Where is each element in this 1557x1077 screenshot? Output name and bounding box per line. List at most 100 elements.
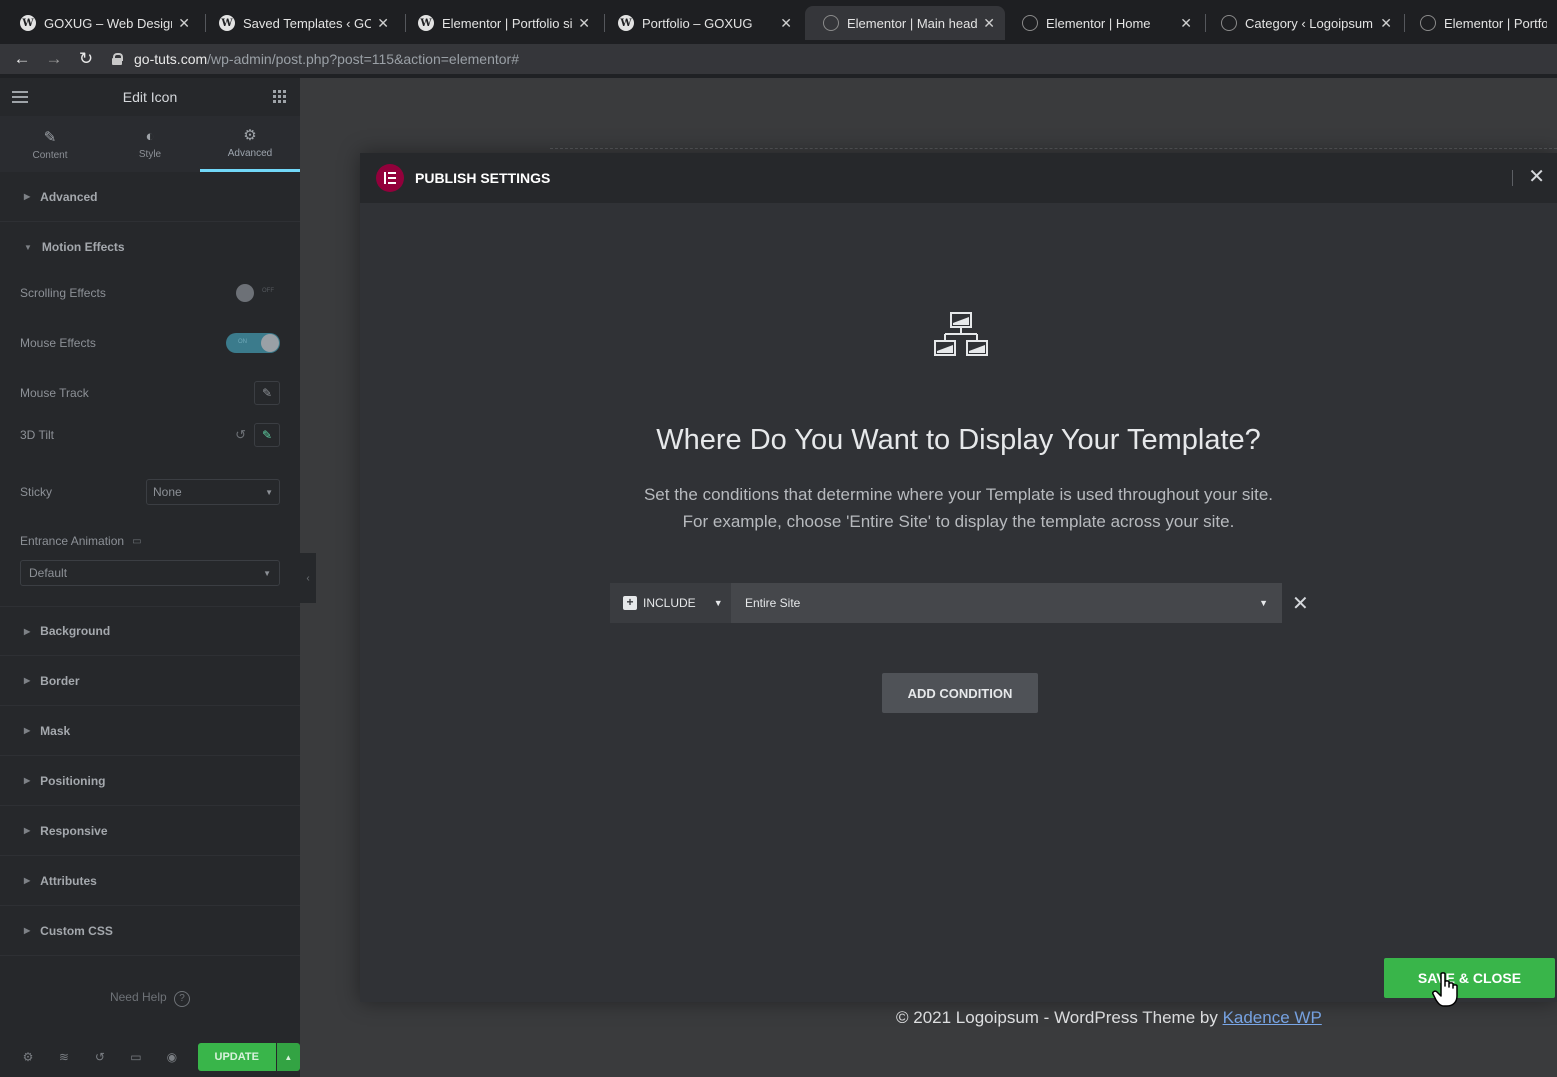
section-advanced[interactable]: ▶ Advanced bbox=[0, 172, 300, 222]
url-path: /wp-admin/post.php?post=115&action=eleme… bbox=[207, 51, 519, 67]
caret-down-icon: ▼ bbox=[713, 598, 723, 608]
url-domain: go-tuts.com bbox=[134, 51, 208, 67]
section-label: Positioning bbox=[40, 773, 106, 788]
desktop-icon[interactable]: ▭ bbox=[132, 536, 141, 547]
url-field[interactable]: go-tuts.com/wp-admin/post.php?post=115&a… bbox=[112, 51, 519, 67]
browser-tab-active[interactable]: Elementor | Main heade ✕ bbox=[805, 6, 1005, 40]
preview-eye-icon[interactable]: ◉ bbox=[154, 1050, 190, 1064]
toggle-state: ON bbox=[238, 339, 247, 345]
condition-type: INCLUDE bbox=[643, 596, 696, 610]
globe-icon bbox=[1420, 15, 1436, 31]
modal-title: PUBLISH SETTINGS bbox=[415, 170, 551, 186]
close-tab-icon[interactable]: ✕ bbox=[1380, 15, 1392, 32]
browser-tab[interactable]: W GOXUG – Web Design F ✕ bbox=[2, 6, 200, 40]
collapse-panel-icon[interactable]: ‹ bbox=[300, 553, 316, 603]
tab-style[interactable]: ◐ Style bbox=[100, 116, 200, 172]
remove-condition-icon[interactable]: ✕ bbox=[1292, 591, 1309, 616]
update-button[interactable]: UPDATE bbox=[197, 1043, 276, 1071]
entrance-animation-select[interactable]: Default ▼ bbox=[20, 560, 280, 586]
history-icon[interactable]: ↺ bbox=[82, 1050, 118, 1064]
panel-footer: ⚙ ≋ ↺ ▭ ◉ UPDATE ▲ bbox=[0, 1037, 300, 1077]
section-label: Motion Effects bbox=[41, 240, 125, 254]
close-tab-icon[interactable]: ✕ bbox=[578, 15, 590, 32]
responsive-mode-icon[interactable]: ▭ bbox=[118, 1050, 154, 1064]
site-structure-icon bbox=[934, 312, 988, 356]
caret-right-icon: ▶ bbox=[24, 192, 31, 201]
scrolling-effects-toggle[interactable]: OFF bbox=[236, 284, 280, 302]
tab-label: Advanced bbox=[227, 148, 273, 159]
globe-icon bbox=[823, 15, 839, 31]
sticky-select[interactable]: None ▼ bbox=[146, 479, 280, 505]
close-tab-icon[interactable]: ✕ bbox=[983, 15, 995, 32]
browser-tab[interactable]: Category ‹ Logoipsum - ✕ bbox=[1203, 6, 1402, 40]
tab-content[interactable]: ✎ Content bbox=[0, 116, 100, 172]
select-value: None bbox=[153, 485, 182, 499]
caret-right-icon: ▶ bbox=[24, 876, 31, 885]
tab-title: Elementor | Portfolio bbox=[1444, 15, 1547, 31]
close-tab-icon[interactable]: ✕ bbox=[377, 15, 389, 32]
caret-right-icon: ▶ bbox=[24, 676, 31, 685]
browser-tab[interactable]: W Portfolio – GOXUG ✕ bbox=[600, 6, 802, 40]
edit-pencil-icon[interactable]: ✎ bbox=[254, 381, 280, 405]
browser-tab-bar: W GOXUG – Web Design F ✕ W Saved Templat… bbox=[0, 0, 1557, 44]
section-positioning[interactable]: ▶ Positioning bbox=[0, 756, 300, 806]
wordpress-icon: W bbox=[219, 15, 235, 31]
caret-right-icon: ▶ bbox=[24, 776, 31, 785]
tab-title: Saved Templates ‹ GOX bbox=[243, 15, 372, 31]
forward-arrow-icon[interactable]: → bbox=[38, 44, 70, 74]
edit-pencil-icon[interactable]: ✎ bbox=[254, 423, 280, 447]
condition-target-select[interactable]: Entire Site ▼ bbox=[731, 583, 1282, 623]
section-border[interactable]: ▶ Border bbox=[0, 656, 300, 706]
section-label: Advanced bbox=[40, 189, 98, 204]
caret-right-icon: ▶ bbox=[24, 926, 31, 935]
close-icon[interactable]: ✕ bbox=[1528, 167, 1545, 187]
add-condition-button[interactable]: ADD CONDITION bbox=[882, 673, 1038, 713]
reset-icon[interactable]: ↺ bbox=[235, 427, 246, 443]
tab-title: Elementor | Home bbox=[1046, 15, 1151, 31]
caret-right-icon: ▶ bbox=[24, 826, 31, 835]
wordpress-icon: W bbox=[418, 15, 434, 31]
close-tab-icon[interactable]: ✕ bbox=[780, 15, 792, 32]
navigator-layers-icon[interactable]: ≋ bbox=[46, 1050, 82, 1064]
browser-tab[interactable]: Elementor | Home ✕ bbox=[1004, 6, 1202, 40]
widgets-grid-icon[interactable] bbox=[273, 90, 286, 103]
section-label: Mask bbox=[40, 723, 71, 738]
settings-icon[interactable]: ⚙ bbox=[10, 1050, 46, 1064]
close-tab-icon[interactable]: ✕ bbox=[178, 15, 190, 32]
section-custom-css[interactable]: ▶ Custom CSS bbox=[0, 906, 300, 956]
footer-link[interactable]: Kadence WP bbox=[1223, 1008, 1322, 1027]
hamburger-menu-icon[interactable] bbox=[12, 91, 28, 103]
section-responsive[interactable]: ▶ Responsive bbox=[0, 806, 300, 856]
tab-title: Elementor | Main heade bbox=[847, 15, 978, 31]
tab-label: Style bbox=[138, 149, 162, 160]
close-tab-icon[interactable]: ✕ bbox=[1180, 15, 1192, 32]
mouse-effects-toggle[interactable]: ON bbox=[226, 333, 280, 353]
elementor-panel: Edit Icon ✎ Content ◐ Style ⚙ Advanced ▶… bbox=[0, 78, 300, 1077]
include-exclude-select[interactable]: + INCLUDE ▼ bbox=[610, 583, 731, 623]
back-arrow-icon[interactable]: ← bbox=[6, 44, 38, 74]
hand-pointer-cursor-icon bbox=[1432, 972, 1458, 1007]
update-options-caret-icon[interactable]: ▲ bbox=[276, 1043, 300, 1071]
tab-advanced[interactable]: ⚙ Advanced bbox=[200, 116, 300, 172]
section-background[interactable]: ▶ Background bbox=[0, 606, 300, 656]
section-motion-effects[interactable]: ▼ Motion Effects bbox=[0, 222, 300, 272]
reload-icon[interactable]: ↻ bbox=[70, 44, 102, 74]
gear-icon: ⚙ bbox=[243, 127, 257, 144]
save-and-close-button[interactable]: SAVE & CLOSE bbox=[1384, 958, 1555, 998]
need-help-link[interactable]: Need Help ? bbox=[0, 990, 300, 1007]
browser-tab[interactable]: W Elementor | Portfolio si ✕ bbox=[400, 6, 600, 40]
section-label: Responsive bbox=[40, 823, 108, 838]
browser-tab[interactable]: W Saved Templates ‹ GOX ✕ bbox=[201, 6, 399, 40]
section-mask[interactable]: ▶ Mask bbox=[0, 706, 300, 756]
section-attributes[interactable]: ▶ Attributes bbox=[0, 856, 300, 906]
browser-tab[interactable]: Elementor | Portfolio bbox=[1402, 6, 1557, 40]
section-label: Background bbox=[40, 624, 111, 638]
wordpress-icon: W bbox=[20, 15, 36, 31]
control-label: Scrolling Effects bbox=[20, 286, 106, 300]
globe-icon bbox=[1221, 15, 1237, 31]
modal-header: PUBLISH SETTINGS ✕ bbox=[360, 153, 1557, 203]
caret-down-icon: ▼ bbox=[263, 568, 271, 578]
select-value: Default bbox=[29, 566, 68, 580]
half-circle-icon: ◐ bbox=[145, 128, 155, 145]
toggle-knob bbox=[236, 284, 254, 302]
